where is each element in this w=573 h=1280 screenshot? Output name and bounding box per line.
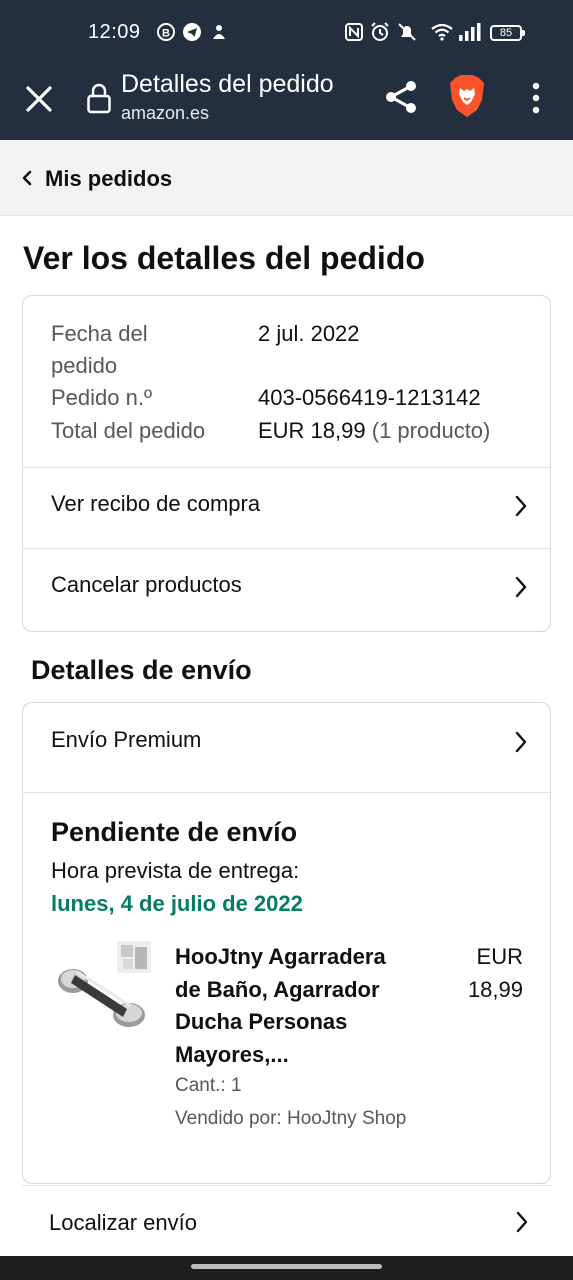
order-date-label-line1: Fecha del [51, 321, 148, 346]
order-number-label: Pedido n.º [51, 385, 152, 410]
mute-icon [398, 23, 416, 41]
gesture-navigation-bar [0, 1256, 573, 1280]
overflow-menu-icon[interactable] [525, 80, 547, 116]
shipping-heading: Detalles de envío [31, 655, 252, 685]
b-circle-icon: B [157, 23, 175, 41]
shipping-method-row[interactable]: Envío Premium [23, 703, 550, 783]
page-domain[interactable]: amazon.es [121, 103, 209, 124]
shipment-status: Pendiente de envío [51, 817, 298, 847]
chevron-right-icon [515, 576, 527, 598]
order-total-count: (1 producto) [371, 418, 491, 443]
product-price: EUR 18,99 [433, 941, 523, 1006]
nfc-icon [345, 23, 363, 41]
product-title-line[interactable]: Ducha Personas [175, 1006, 435, 1039]
browser-toolbar: Detalles del pedido amazon.es [0, 62, 573, 140]
cancel-products-link[interactable]: Cancelar productos [51, 572, 242, 598]
order-total: EUR 18,99 (1 producto) [258, 415, 490, 447]
chevron-right-icon [515, 731, 527, 753]
signal-icon [459, 23, 481, 41]
battery-indicator: 85 [490, 25, 525, 41]
order-total-value: EUR 18,99 [258, 418, 366, 443]
chevron-left-icon [22, 170, 32, 186]
product-title[interactable]: HooJtny Agarradera de Baño, Agarrador Du… [175, 941, 435, 1071]
order-date-label: Fecha del pedido [51, 318, 148, 382]
close-icon[interactable] [22, 82, 56, 116]
track-shipment-link[interactable]: Localizar envío [49, 1210, 197, 1236]
chevron-right-icon [515, 495, 527, 517]
view-receipt-link[interactable]: Ver recibo de compra [51, 491, 260, 517]
notification-icon [213, 25, 225, 39]
home-gesture-handle[interactable] [191, 1264, 382, 1269]
shipment-card: Envío Premium Pendiente de envío Hora pr… [22, 702, 551, 1184]
product-quantity: Cant.: 1 [175, 1075, 242, 1096]
wifi-icon [431, 23, 453, 41]
page-heading: Ver los detalles del pedido [23, 240, 425, 276]
product-title-line[interactable]: Mayores,... [175, 1039, 435, 1072]
product-title-line[interactable]: de Baño, Agarrador [175, 974, 435, 1007]
product-image[interactable] [53, 939, 153, 1039]
delivery-estimate-label: Hora prevista de entrega: [51, 858, 300, 883]
telegram-icon [183, 23, 201, 41]
breadcrumb-label[interactable]: Mis pedidos [45, 166, 172, 192]
order-total-label: Total del pedido [51, 418, 206, 443]
shipping-method[interactable]: Envío Premium [51, 727, 201, 753]
order-date-label-line2: pedido [51, 353, 118, 378]
price-currency: EUR [476, 944, 523, 969]
chevron-right-icon [516, 1211, 528, 1233]
svg-text:B: B [162, 28, 170, 40]
alarm-icon [371, 22, 389, 41]
status-bar: 12:09 B 85 [0, 0, 573, 62]
track-shipment-row[interactable]: Localizar envío [22, 1185, 551, 1257]
delivery-estimate-date: lunes, 4 de julio de 2022 [51, 891, 303, 916]
page-title[interactable]: Detalles del pedido [121, 70, 334, 99]
lock-icon [87, 83, 111, 114]
view-receipt-row[interactable]: Ver recibo de compra [23, 467, 550, 547]
product-title-line[interactable]: HooJtny Agarradera [175, 941, 435, 974]
order-date-value: 2 jul. 2022 [258, 321, 360, 346]
brave-lion-icon[interactable] [447, 74, 487, 118]
product-seller: Vendido por: HooJtny Shop [175, 1108, 407, 1129]
breadcrumb[interactable]: Mis pedidos [0, 140, 573, 216]
divider [23, 792, 550, 793]
order-summary-card: Fecha del pedido 2 jul. 2022 Pedido n.º … [22, 295, 551, 632]
status-time: 12:09 [88, 21, 141, 43]
share-icon[interactable] [382, 78, 420, 116]
cancel-products-row[interactable]: Cancelar productos [23, 548, 550, 628]
order-number-value: 403-0566419-1213142 [258, 385, 481, 410]
price-amount: 18,99 [467, 976, 523, 1002]
